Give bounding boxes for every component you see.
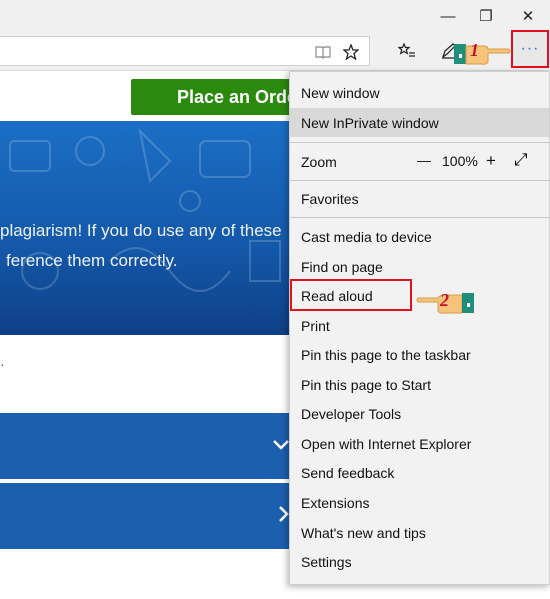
menu-item-feedback[interactable]: Send feedback bbox=[290, 458, 549, 487]
menu-item-extensions[interactable]: Extensions bbox=[290, 488, 549, 517]
more-actions-button[interactable]: ··· bbox=[511, 30, 549, 68]
step-number-2: 2 bbox=[440, 290, 449, 310]
menu-item-open-ie[interactable]: Open with Internet Explorer bbox=[290, 429, 549, 458]
minimize-button[interactable]: — bbox=[428, 0, 468, 32]
page-mark: · bbox=[0, 356, 5, 372]
menu-item-new-window[interactable]: New window bbox=[290, 78, 549, 107]
zoom-level-value: 100% bbox=[442, 153, 478, 169]
favorites-list-icon[interactable] bbox=[392, 32, 422, 70]
menu-item-cast[interactable]: Cast media to device bbox=[290, 222, 549, 251]
hero-text-line1: plagiarism! If you do use any of these bbox=[0, 221, 282, 240]
menu-divider bbox=[290, 180, 549, 181]
menu-item-pin-taskbar[interactable]: Pin this page to the taskbar bbox=[290, 340, 549, 369]
read-aloud-highlight bbox=[290, 279, 412, 311]
menu-divider bbox=[290, 142, 549, 143]
more-actions-menu: New window New InPrivate window Zoom — 1… bbox=[289, 71, 550, 585]
close-button[interactable]: ✕ bbox=[508, 0, 548, 32]
menu-item-settings[interactable]: Settings bbox=[290, 547, 549, 576]
fullscreen-icon[interactable]: ⤢ bbox=[514, 150, 528, 170]
zoom-in-button[interactable]: + bbox=[486, 151, 496, 171]
menu-item-new-inprivate[interactable]: New InPrivate window bbox=[290, 108, 549, 137]
title-bar: — ❐ ✕ bbox=[0, 0, 550, 32]
book-icon[interactable] bbox=[308, 33, 338, 71]
menu-divider bbox=[290, 217, 549, 218]
star-icon[interactable] bbox=[336, 33, 366, 71]
zoom-out-button[interactable]: — bbox=[417, 152, 431, 168]
hero-text-line2: ference them correctly. bbox=[6, 251, 178, 270]
menu-item-find[interactable]: Find on page bbox=[290, 252, 549, 281]
restore-button[interactable]: ❐ bbox=[466, 0, 506, 32]
zoom-label: Zoom bbox=[301, 153, 337, 170]
address-bar[interactable] bbox=[0, 36, 370, 66]
chevron-down-icon bbox=[272, 431, 290, 457]
menu-item-whats-new[interactable]: What's new and tips bbox=[290, 518, 549, 547]
step-number-1: 1 bbox=[470, 40, 479, 60]
menu-item-dev-tools[interactable]: Developer Tools bbox=[290, 399, 549, 428]
pointing-hand-icon-1 bbox=[452, 38, 512, 70]
menu-item-favorites[interactable]: Favorites bbox=[290, 184, 549, 213]
menu-item-pin-start[interactable]: Pin this page to Start bbox=[290, 370, 549, 399]
